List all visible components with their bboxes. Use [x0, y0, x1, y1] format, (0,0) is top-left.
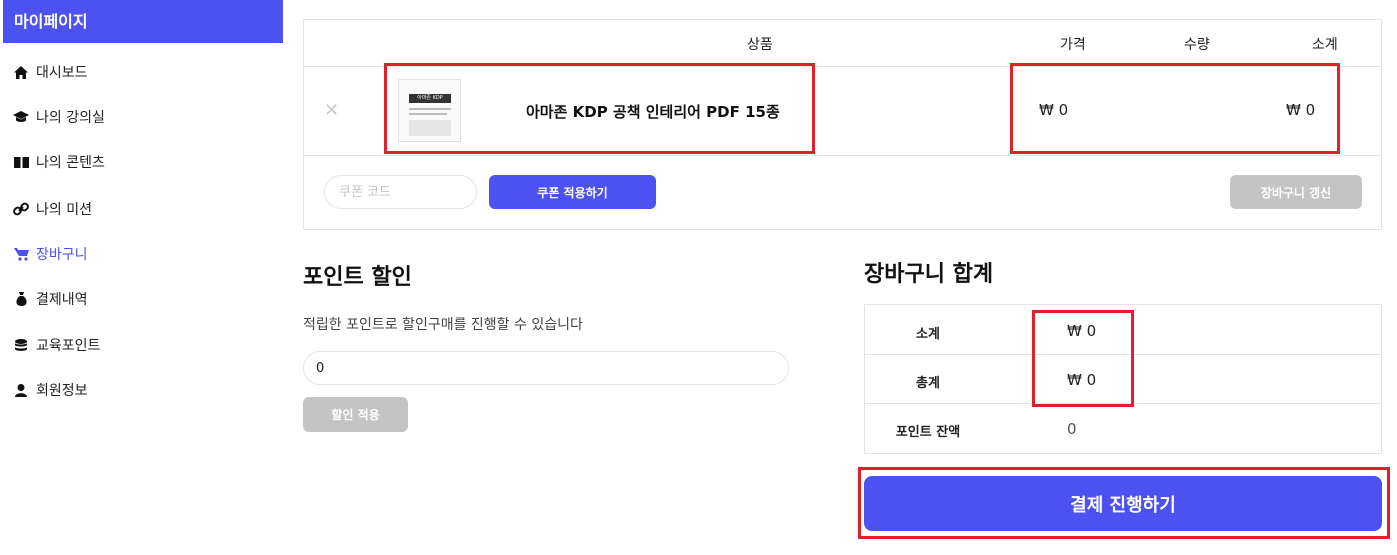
divider — [865, 354, 1381, 355]
product-thumbnail[interactable]: 아마존 KDP — [398, 79, 461, 142]
sidebar-item-label: 교육포인트 — [36, 338, 101, 354]
user-icon — [13, 382, 29, 398]
subtotal-value: ₩ 0 — [1067, 322, 1097, 340]
cart-table: 상품 가격 수량 소계 ✕ 아마존 KDP 아마존 KDP 공책 인테리어 PD… — [303, 19, 1382, 230]
update-cart-button[interactable]: 장바구니 갱신 — [1230, 175, 1362, 209]
points-balance-label: 포인트 잔액 — [895, 425, 961, 440]
sidebar-item-label: 결제내역 — [36, 292, 88, 308]
subtotal-label: 소계 — [916, 327, 940, 342]
sidebar-item-points[interactable]: 교육포인트 — [13, 334, 100, 356]
header-product: 상품 — [747, 37, 773, 53]
sidebar-item-label: 나의 콘텐츠 — [36, 155, 105, 171]
points-balance-value: 0 — [1067, 420, 1077, 438]
sidebar-title: 마이페이지 — [3, 0, 283, 43]
sidebar-item-dashboard[interactable]: 대시보드 — [13, 61, 88, 83]
divider — [304, 66, 1381, 67]
cart-totals-title: 장바구니 합계 — [864, 262, 994, 287]
product-name[interactable]: 아마존 KDP 공책 인테리어 PDF 15종 — [526, 101, 780, 122]
sidebar-item-label: 나의 강의실 — [36, 110, 105, 126]
coins-icon — [13, 337, 29, 353]
link-icon — [13, 201, 29, 217]
divider — [304, 155, 1381, 156]
sidebar-item-label: 나의 미션 — [36, 202, 92, 218]
header-quantity: 수량 — [1184, 37, 1210, 53]
divider — [865, 403, 1381, 404]
points-description: 적립한 포인트로 할인구매를 진행할 수 있습니다 — [303, 317, 583, 333]
total-label: 총계 — [916, 376, 940, 391]
money-bag-icon — [13, 291, 29, 307]
sidebar-item-contents[interactable]: 나의 콘텐츠 — [13, 151, 105, 173]
sidebar-item-label: 장바구니 — [36, 247, 88, 263]
sidebar-item-missions[interactable]: 나의 미션 — [13, 198, 92, 220]
thumbnail-title: 아마존 KDP — [409, 94, 451, 103]
item-price: ₩ 0 — [1039, 101, 1069, 119]
sidebar-item-profile[interactable]: 회원정보 — [13, 379, 88, 401]
sidebar-item-cart[interactable]: 장바구니 — [13, 243, 88, 265]
home-icon — [13, 64, 29, 80]
header-price: 가격 — [1060, 37, 1086, 53]
total-value: ₩ 0 — [1067, 371, 1097, 389]
points-input[interactable] — [303, 351, 789, 385]
apply-points-button[interactable]: 할인 적용 — [303, 397, 408, 432]
book-icon — [13, 154, 29, 170]
sidebar-item-label: 회원정보 — [36, 383, 88, 399]
thumbnail-line — [409, 113, 447, 115]
header-subtotal: 소계 — [1312, 37, 1338, 53]
remove-item-icon[interactable]: ✕ — [324, 100, 339, 121]
sidebar: 마이페이지 대시보드 나의 강의실 나의 콘텐츠 나의 미션 장바구니 결제내역… — [0, 0, 283, 555]
thumbnail-line — [409, 108, 451, 110]
sidebar-item-classroom[interactable]: 나의 강의실 — [13, 106, 105, 128]
points-title: 포인트 할인 — [303, 265, 412, 290]
item-subtotal: ₩ 0 — [1286, 101, 1316, 119]
cart-icon — [13, 246, 29, 262]
thumbnail-pages — [409, 120, 451, 136]
sidebar-item-label: 대시보드 — [36, 65, 88, 81]
cart-totals-table: 소계 ₩ 0 총계 ₩ 0 포인트 잔액 0 — [864, 304, 1382, 454]
coupon-input[interactable] — [324, 175, 477, 209]
graduation-cap-icon — [13, 109, 29, 125]
apply-coupon-button[interactable]: 쿠폰 적용하기 — [489, 175, 656, 209]
checkout-button[interactable]: 결제 진행하기 — [864, 476, 1382, 531]
sidebar-item-payments[interactable]: 결제내역 — [13, 288, 88, 310]
